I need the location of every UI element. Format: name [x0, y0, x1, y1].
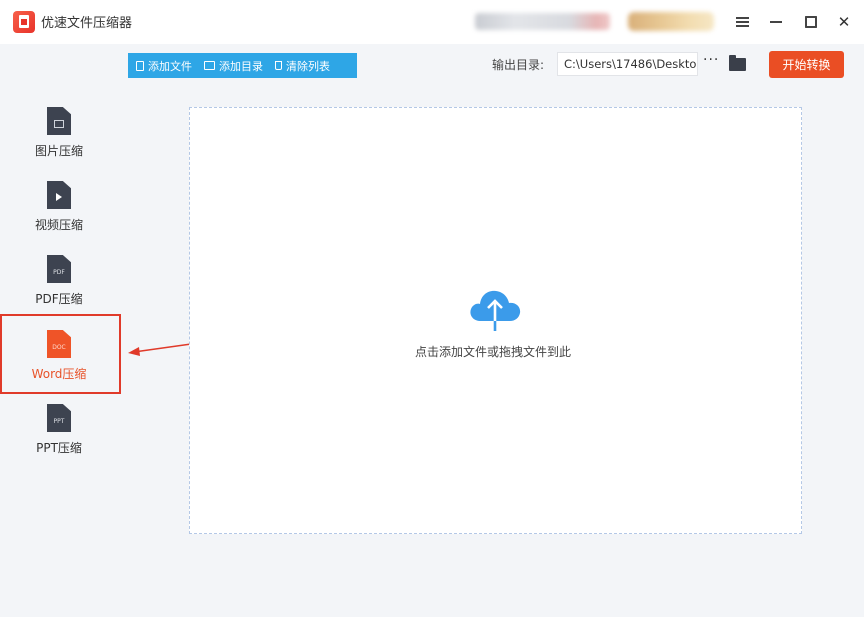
- maximize-icon[interactable]: [799, 10, 823, 34]
- sidebar-item-image[interactable]: 图片压缩: [12, 107, 106, 167]
- sidebar-item-pdf[interactable]: PDF PDF压缩: [12, 255, 106, 315]
- folder-outline-icon: [204, 61, 215, 70]
- clear-list-button[interactable]: 清除列表: [275, 58, 330, 74]
- trash-icon: [275, 61, 282, 70]
- add-file-label: 添加文件: [148, 59, 192, 73]
- title-bar: 优速文件压缩器 ✕: [0, 0, 864, 44]
- image-file-icon: [47, 107, 71, 135]
- sidebar-item-word[interactable]: DOC Word压缩: [12, 330, 106, 390]
- close-icon[interactable]: ✕: [832, 10, 856, 34]
- output-dir-input[interactable]: C:\Users\17486\Deskto: [557, 52, 698, 76]
- menu-icon[interactable]: [730, 10, 754, 34]
- drop-hint-text: 点击添加文件或拖拽文件到此: [415, 345, 572, 359]
- app-title: 优速文件压缩器: [41, 16, 133, 31]
- sidebar-item-video[interactable]: 视频压缩: [12, 181, 106, 241]
- file-toolbar: 添加文件 添加目录 清除列表: [128, 53, 357, 78]
- minimize-icon[interactable]: [764, 10, 788, 34]
- add-folder-label: 添加目录: [219, 59, 263, 73]
- sidebar-item-ppt[interactable]: PPT PPT压缩: [12, 404, 106, 464]
- start-convert-button[interactable]: 开始转换: [769, 51, 844, 78]
- sidebar-item-label: 视频压缩: [34, 218, 83, 232]
- sidebar-item-label: PPT压缩: [36, 441, 82, 455]
- clear-list-label: 清除列表: [286, 59, 330, 73]
- pdf-file-icon: PDF: [47, 255, 71, 283]
- ppt-file-icon: PPT: [47, 404, 71, 432]
- doc-file-icon: DOC: [47, 330, 71, 358]
- account-info-blurred[interactable]: [475, 13, 610, 30]
- app-logo-icon: [13, 11, 35, 33]
- cloud-upload-icon[interactable]: [467, 287, 523, 333]
- sidebar-item-label: Word压缩: [31, 367, 87, 381]
- sidebar-item-label: 图片压缩: [34, 144, 83, 158]
- file-icon: [136, 60, 144, 71]
- add-file-button[interactable]: 添加文件: [136, 58, 192, 74]
- vip-badge-blurred[interactable]: [628, 12, 714, 31]
- sidebar-item-label: PDF压缩: [35, 292, 83, 306]
- more-icon[interactable]: ···: [703, 52, 719, 68]
- output-dir-label: 输出目录:: [492, 58, 545, 72]
- video-file-icon: [47, 181, 71, 209]
- open-folder-icon[interactable]: [729, 55, 746, 71]
- add-folder-button[interactable]: 添加目录: [204, 58, 263, 74]
